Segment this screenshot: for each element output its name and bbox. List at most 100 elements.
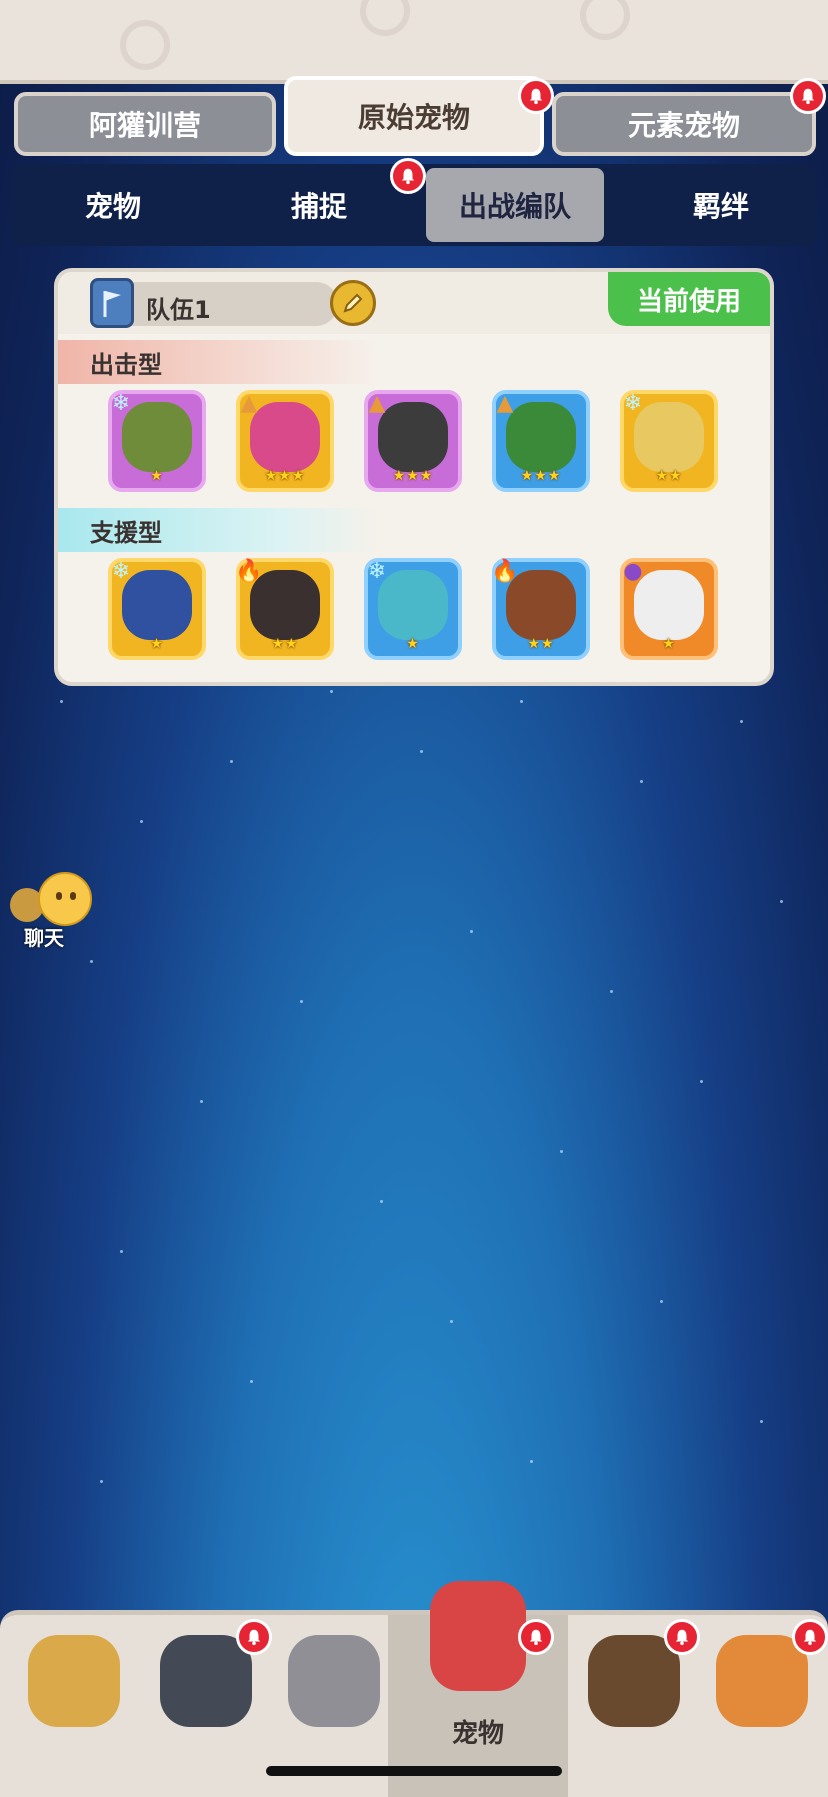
team-panel-header: 队伍1 当前使用 xyxy=(58,272,770,334)
ice-icon: ❄ xyxy=(111,558,131,584)
star xyxy=(450,1320,453,1323)
star xyxy=(120,1250,123,1253)
attack-pet-slot[interactable]: ▲ ★★★ xyxy=(492,390,590,492)
top-stone-header xyxy=(0,0,828,84)
team-flag-icon xyxy=(90,278,134,328)
star xyxy=(300,1000,303,1003)
star xyxy=(140,820,143,823)
star xyxy=(700,1080,703,1083)
star-rating: ★★★ xyxy=(392,468,434,484)
notification-bell-icon xyxy=(390,158,426,194)
star xyxy=(560,1150,563,1153)
star-rating: ★★★ xyxy=(520,468,562,484)
fire-icon: 🔥 xyxy=(491,558,519,584)
bell-icon xyxy=(675,1629,689,1646)
star-rating: ★ xyxy=(150,468,164,484)
support-pet-slot[interactable]: 🔥 ★★ xyxy=(491,558,590,660)
team-name-pill[interactable] xyxy=(98,282,338,326)
support-pet-slot[interactable]: ❄ ★ xyxy=(364,558,462,660)
star xyxy=(640,780,643,783)
fire-icon: 🔥 xyxy=(235,558,263,584)
nav-hero-icon xyxy=(160,1635,252,1727)
attack-pet-slot[interactable]: ❄ ★★ xyxy=(620,390,718,492)
ice-icon: ❄ xyxy=(111,390,131,416)
attack-pet-slot[interactable]: ▲ ★★★ xyxy=(236,390,334,492)
star-rating: ★★ xyxy=(527,636,555,652)
star xyxy=(200,1100,203,1103)
nav-caveman[interactable] xyxy=(8,1615,140,1797)
notification-bell-icon xyxy=(790,78,826,114)
bell-icon xyxy=(247,1629,261,1646)
attack-pet-slot[interactable]: ▲ ★★★ xyxy=(364,390,462,492)
top-tab-1[interactable]: 阿獾训营 xyxy=(14,92,276,156)
support-section-label: 支援型 xyxy=(58,508,378,552)
sub-tab-3[interactable]: 出战编队 xyxy=(426,168,604,242)
chat-face-icon xyxy=(38,872,92,926)
star xyxy=(420,750,423,753)
notification-bell-icon xyxy=(518,78,554,114)
bell-icon xyxy=(529,1629,543,1646)
bell-icon xyxy=(401,168,415,185)
star xyxy=(380,1200,383,1203)
star xyxy=(470,930,473,933)
star xyxy=(760,1420,763,1423)
nav-weapon-icon xyxy=(288,1635,380,1727)
star-rating: ★★★ xyxy=(264,468,306,484)
earth-icon: ▲ xyxy=(496,390,514,416)
star xyxy=(330,690,333,693)
star xyxy=(780,900,783,903)
support-pet-slot[interactable]: ● ★ xyxy=(620,558,718,660)
poison-icon: ● xyxy=(623,558,643,584)
attack-pet-slot[interactable]: ❄ ★ xyxy=(108,390,206,492)
team-name: 队伍1 xyxy=(146,296,211,324)
bell-icon xyxy=(801,88,815,105)
ice-icon: ❄ xyxy=(367,558,387,584)
notification-bell-icon xyxy=(664,1619,700,1655)
home-indicator xyxy=(266,1766,562,1776)
pencil-icon xyxy=(343,293,363,313)
notification-bell-icon xyxy=(792,1619,828,1655)
top-tab-2[interactable]: 原始宠物 xyxy=(284,76,544,156)
star-rating: ★★ xyxy=(271,636,299,652)
star xyxy=(660,1300,663,1303)
nav-totem-icon xyxy=(716,1635,808,1727)
star xyxy=(530,1460,533,1463)
decor-swirl xyxy=(360,0,410,36)
edit-team-button[interactable] xyxy=(330,280,376,326)
current-use-badge: 当前使用 xyxy=(608,272,770,326)
star-rating: ★ xyxy=(406,636,420,652)
support-pet-slot[interactable]: 🔥 ★★ xyxy=(235,558,334,660)
star xyxy=(740,720,743,723)
star-rating: ★★ xyxy=(655,468,683,484)
nav-caveman-icon xyxy=(28,1635,120,1727)
attack-section-label: 出击型 xyxy=(58,340,378,384)
top-tab-3[interactable]: 元素宠物 xyxy=(552,92,816,156)
sub-tab-1[interactable]: 宠物 xyxy=(24,168,202,242)
ice-icon: ❄ xyxy=(623,390,643,416)
chat-label: 聊天 xyxy=(24,926,64,950)
star xyxy=(90,960,93,963)
sub-tab-4[interactable]: 羁绊 xyxy=(632,168,810,242)
bell-icon xyxy=(529,88,543,105)
nav-pets-icon xyxy=(430,1581,526,1691)
star xyxy=(100,1480,103,1483)
team-panel: 队伍1 当前使用 出击型 ❄ ★ ▲ ★★★ ▲ ★★★ ▲ ★★★ ❄ ★★ 支援型 ❄ ★ 🔥 ★★… xyxy=(54,268,774,686)
decor-swirl xyxy=(120,20,170,70)
star-rating: ★ xyxy=(662,636,676,652)
notification-bell-icon xyxy=(236,1619,272,1655)
star xyxy=(520,700,523,703)
earth-icon: ▲ xyxy=(240,390,258,416)
star-rating: ★ xyxy=(150,636,164,652)
star xyxy=(60,700,63,703)
sub-tab-bar: 宠物 捕捉 出战编队 羁绊 xyxy=(12,158,816,246)
star xyxy=(610,990,613,993)
decor-swirl xyxy=(580,0,630,40)
bell-icon xyxy=(803,1629,817,1646)
sub-tab-2[interactable]: 捕捉 xyxy=(230,168,408,242)
nav-bear-icon xyxy=(588,1635,680,1727)
notification-bell-icon xyxy=(518,1619,554,1655)
nav-label: 宠物 xyxy=(451,1719,504,1749)
earth-icon: ▲ xyxy=(368,390,386,416)
chat-button[interactable]: 聊天 xyxy=(10,872,100,950)
support-pet-slot[interactable]: ❄ ★ xyxy=(108,558,206,660)
